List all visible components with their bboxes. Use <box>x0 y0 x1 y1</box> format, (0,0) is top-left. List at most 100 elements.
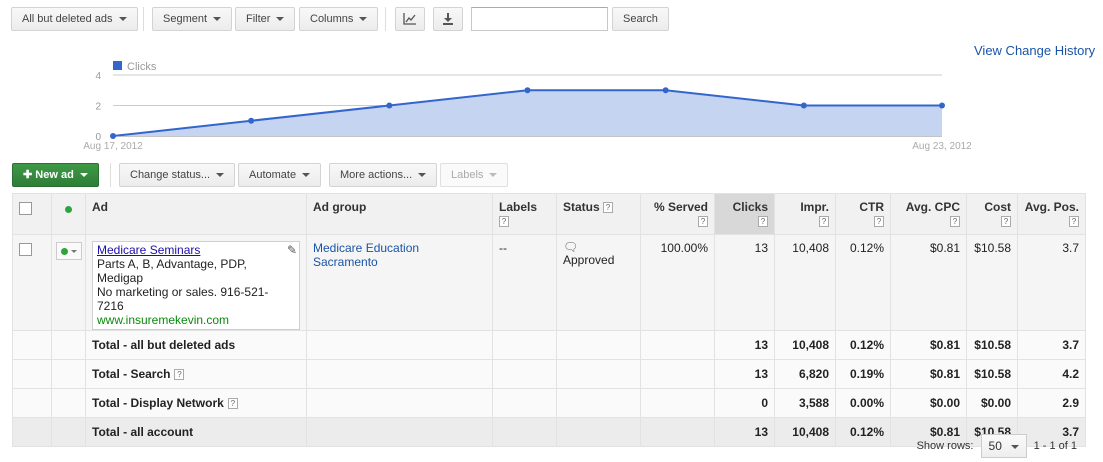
header-labels[interactable]: Labels? <box>492 193 557 235</box>
status-cell: 🗨 Approved <box>556 234 641 331</box>
header-ctr[interactable]: CTR? <box>835 193 891 235</box>
total-empty-cell <box>492 417 557 447</box>
x-tick-label: Aug 17, 2012 <box>83 141 143 152</box>
header-ad-group[interactable]: Ad group <box>306 193 493 235</box>
filter-label: Filter <box>246 13 271 25</box>
chevron-down-icon <box>118 17 127 22</box>
total-label-text: Total - Search <box>92 367 171 381</box>
new-ad-button[interactable]: ✚ New ad <box>12 163 99 187</box>
total-empty-cell <box>12 330 52 360</box>
total-empty-cell <box>51 330 86 360</box>
help-icon[interactable]: ? <box>1001 216 1011 227</box>
total-clicks-cell: 13 <box>714 359 775 389</box>
columns-button[interactable]: Columns <box>299 7 379 31</box>
ad-description-line2: No marketing or sales. 916-521-7216 <box>97 285 269 313</box>
cost-cell: $10.58 <box>966 234 1018 331</box>
help-icon[interactable]: ? <box>950 216 960 227</box>
search-input[interactable] <box>471 7 608 31</box>
chevron-down-icon <box>302 173 311 178</box>
total-impr-cell: 3,588 <box>774 388 836 418</box>
total-empty-cell <box>12 359 52 389</box>
total-empty-cell <box>640 330 715 360</box>
data-point <box>662 87 669 94</box>
show-rows-label: Show rows: <box>916 439 974 452</box>
search-button-label: Search <box>623 13 658 25</box>
chevron-down-icon <box>1010 445 1019 449</box>
select-all-checkbox[interactable] <box>19 202 32 215</box>
change-status-button[interactable]: Change status... <box>119 163 236 187</box>
toolbar-divider <box>143 7 144 31</box>
row-checkbox[interactable] <box>19 243 32 256</box>
chevron-down-icon <box>276 17 285 22</box>
toggle-graph-button[interactable] <box>395 7 425 31</box>
filter-button[interactable]: Filter <box>235 7 296 31</box>
total-clicks-cell: 13 <box>714 417 775 447</box>
row-select-cell <box>12 234 52 331</box>
help-icon[interactable]: ? <box>874 216 884 227</box>
help-icon[interactable]: ? <box>698 216 708 227</box>
download-icon <box>443 13 453 26</box>
help-icon[interactable]: ? <box>603 202 614 214</box>
total-empty-cell <box>556 359 641 389</box>
help-icon[interactable]: ? <box>1069 216 1079 228</box>
served-cell: 100.00% <box>640 234 715 331</box>
total-ctr-cell: 0.00% <box>835 388 891 418</box>
header-status[interactable]: Status ? <box>556 193 641 235</box>
chevron-down-icon <box>216 173 225 178</box>
help-icon[interactable]: ? <box>819 216 829 227</box>
search-button[interactable]: Search <box>612 7 669 31</box>
data-point <box>939 102 945 109</box>
ad-group-link[interactable]: Medicare Education Sacramento <box>313 241 419 269</box>
rows-per-page-select[interactable]: 50 <box>980 434 1027 458</box>
clicks-cell: 13 <box>714 234 775 331</box>
header-avg-cpc[interactable]: Avg. CPC? <box>890 193 967 235</box>
header-ad-group-label: Ad group <box>313 200 367 214</box>
automate-button[interactable]: Automate <box>238 163 322 187</box>
help-icon[interactable]: ? <box>227 398 238 410</box>
header-ad-label: Ad <box>92 200 108 214</box>
ad-group-line1: Medicare Education <box>313 241 420 255</box>
labels-cell: -- <box>492 234 557 331</box>
total-empty-cell <box>492 359 557 389</box>
header-cost[interactable]: Cost? <box>966 193 1018 235</box>
header-avg-pos-label: Avg. Pos. <box>1024 200 1079 214</box>
status-value: Approved <box>563 253 615 267</box>
total-empty-cell <box>306 330 493 360</box>
total-label: Total - Display Network? <box>85 388 307 418</box>
total-label-text: Total - all but deleted ads <box>92 338 236 352</box>
header-served[interactable]: % Served? <box>640 193 715 235</box>
automate-label: Automate <box>249 169 297 181</box>
labels-button[interactable]: Labels <box>440 163 509 187</box>
header-ctr-label: CTR <box>859 200 884 214</box>
total-avg-pos-cell: 2.9 <box>1017 388 1086 418</box>
segment-button[interactable]: Segment <box>152 7 233 31</box>
download-button[interactable] <box>433 7 463 31</box>
help-icon[interactable]: ? <box>499 216 509 227</box>
data-point <box>110 133 116 139</box>
header-avg-pos[interactable]: Avg. Pos. ? <box>1017 193 1086 235</box>
ads-table: Ad Ad group Labels? Status ? % Served? C… <box>12 193 1086 447</box>
total-empty-cell <box>51 417 86 447</box>
ads-filter-dropdown[interactable]: All but deleted ads <box>11 7 138 31</box>
help-icon[interactable]: ? <box>174 369 185 381</box>
total-empty-cell <box>640 417 715 447</box>
total-impr-cell: 10,408 <box>774 330 836 360</box>
new-ad-label: New ad <box>35 169 74 181</box>
ad-status-dropdown[interactable] <box>55 242 82 260</box>
ad-headline-link[interactable]: Medicare Seminars <box>97 243 200 257</box>
total-empty-cell <box>51 359 86 389</box>
header-impr[interactable]: Impr.? <box>774 193 836 235</box>
total-empty-cell <box>640 359 715 389</box>
comment-icon[interactable]: 🗨 <box>563 241 634 253</box>
total-impr-cell: 10,408 <box>774 417 836 447</box>
pencil-icon[interactable]: ✎ <box>287 243 297 257</box>
help-icon[interactable]: ? <box>758 216 768 227</box>
ad-group-line2: Sacramento <box>313 255 378 269</box>
more-actions-button[interactable]: More actions... <box>329 163 438 187</box>
total-avg-cpc-cell: $0.00 <box>890 388 967 418</box>
total-empty-cell <box>556 330 641 360</box>
total-empty-cell <box>306 359 493 389</box>
total-empty-cell <box>306 417 493 447</box>
header-ad[interactable]: Ad <box>85 193 307 235</box>
header-clicks[interactable]: Clicks? <box>714 193 775 235</box>
